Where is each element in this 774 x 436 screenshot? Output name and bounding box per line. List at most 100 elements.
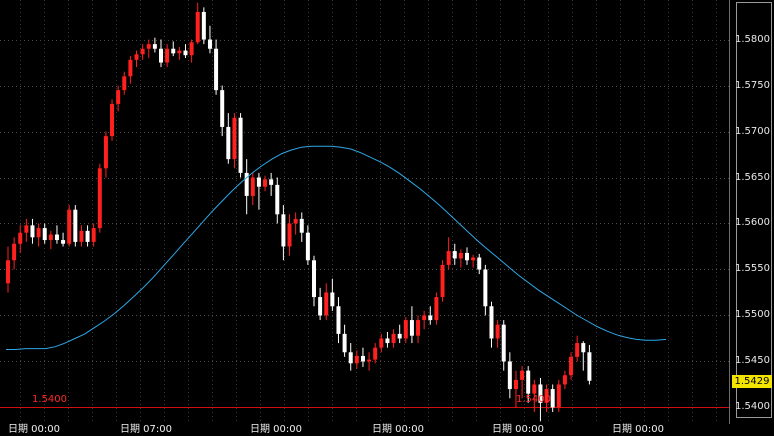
candle-body [348,352,353,364]
candle-body [67,209,72,244]
price-tick-label: 1.5450 [735,355,770,367]
price-tick-label: 1.5650 [735,171,770,183]
candle-body [477,257,482,270]
candle-body [293,218,298,224]
time-tick-label: 日期 00:00 [8,424,60,435]
candle-body [201,11,206,40]
candle-body [85,230,90,242]
candle-body [152,44,157,49]
candle-body [73,209,78,242]
candle-body [91,228,96,242]
candle-body [312,260,316,298]
candle-body [556,384,561,408]
candle-body [30,225,35,238]
price-tick-label: 1.5800 [735,33,770,45]
time-tick-label: 日期 00:00 [612,424,664,435]
candle-body [281,214,286,247]
candle-body [446,251,451,265]
candle-body [532,384,537,394]
candle-body [220,90,225,127]
candle-body [263,179,268,187]
candlestick-plot[interactable] [0,0,730,424]
candle-body [6,260,10,284]
candle-body [324,292,329,316]
candle-body [177,50,182,54]
candle-body [336,306,341,334]
candle-body [165,48,170,63]
candle-body [79,230,84,242]
reference-line-label: 1.5400 [516,393,551,405]
price-tick-label: 1.5400 [735,401,770,413]
candle-body [434,297,439,321]
candle-body [134,54,139,60]
time-axis: 日期 00:00 日期 07:00 日期 00:00 日期 00:00 日期 00:00… [0,424,774,436]
price-tick-label: 1.5550 [735,263,770,275]
candle-body [256,177,261,187]
candle-body [342,333,347,353]
candle-body [562,375,567,385]
candle-body [146,44,151,49]
candle-body [171,48,176,54]
price-tick-label: 1.5700 [735,125,770,137]
candle-body [97,168,102,229]
candle-body [513,379,518,390]
candle-body [379,338,384,348]
price-axis: 1.5800 1.5750 1.5700 1.5650 1.5600 1.5550 1.55… [730,0,774,424]
candle-body [110,103,115,137]
time-tick-label: 日期 00:00 [372,424,424,435]
candle-body [159,48,163,63]
candle-body [24,225,29,233]
candle-body [495,324,500,339]
candle-body [207,39,212,49]
candle-body [250,177,255,196]
reference-line-label: 1.5400 [32,393,67,405]
candle-body [287,223,292,247]
price-tick-label: 1.5600 [735,217,770,229]
candle-body [403,320,408,339]
candle-body [103,136,108,169]
candle-body [360,355,365,362]
candle-body [367,359,372,362]
candle-body [183,50,188,56]
candle-body [36,228,41,238]
moving-average-line [6,145,667,350]
candle-body [195,11,200,43]
candle-body [391,333,396,344]
candle-body [122,76,127,91]
candle-body [587,352,592,381]
candle-body [128,59,133,77]
candle-body [116,90,121,104]
candle-body [581,343,586,353]
candle-body [471,257,476,261]
candle-body [526,370,531,394]
candle-body [465,252,469,261]
candle-body [214,48,219,91]
candle-body [373,347,378,360]
candle-body [422,315,427,321]
candle-body [416,320,421,336]
candle-body [409,320,414,336]
time-tick-label: 日期 00:00 [250,424,302,435]
candle-body [275,184,280,215]
candle-body [575,343,580,357]
candle-body [18,232,23,244]
candle-body [299,218,304,233]
candle-body [501,324,506,362]
candle-body [318,297,323,316]
candle-body [226,126,231,160]
candle-body [397,333,402,339]
candle-body [140,48,145,55]
candle-body [354,355,359,364]
time-tick-label: 日期 07:00 [120,424,172,435]
candle-body [428,315,433,321]
candle-body [520,370,525,380]
candle-body [42,228,47,241]
candle-body [54,234,59,241]
candle-body [440,264,445,298]
price-tick-label: 1.5750 [735,79,770,91]
candle-body [550,389,555,408]
candle-body [452,251,457,259]
candle-body [507,361,512,390]
candle-body [489,306,494,339]
candle-body [458,252,463,259]
